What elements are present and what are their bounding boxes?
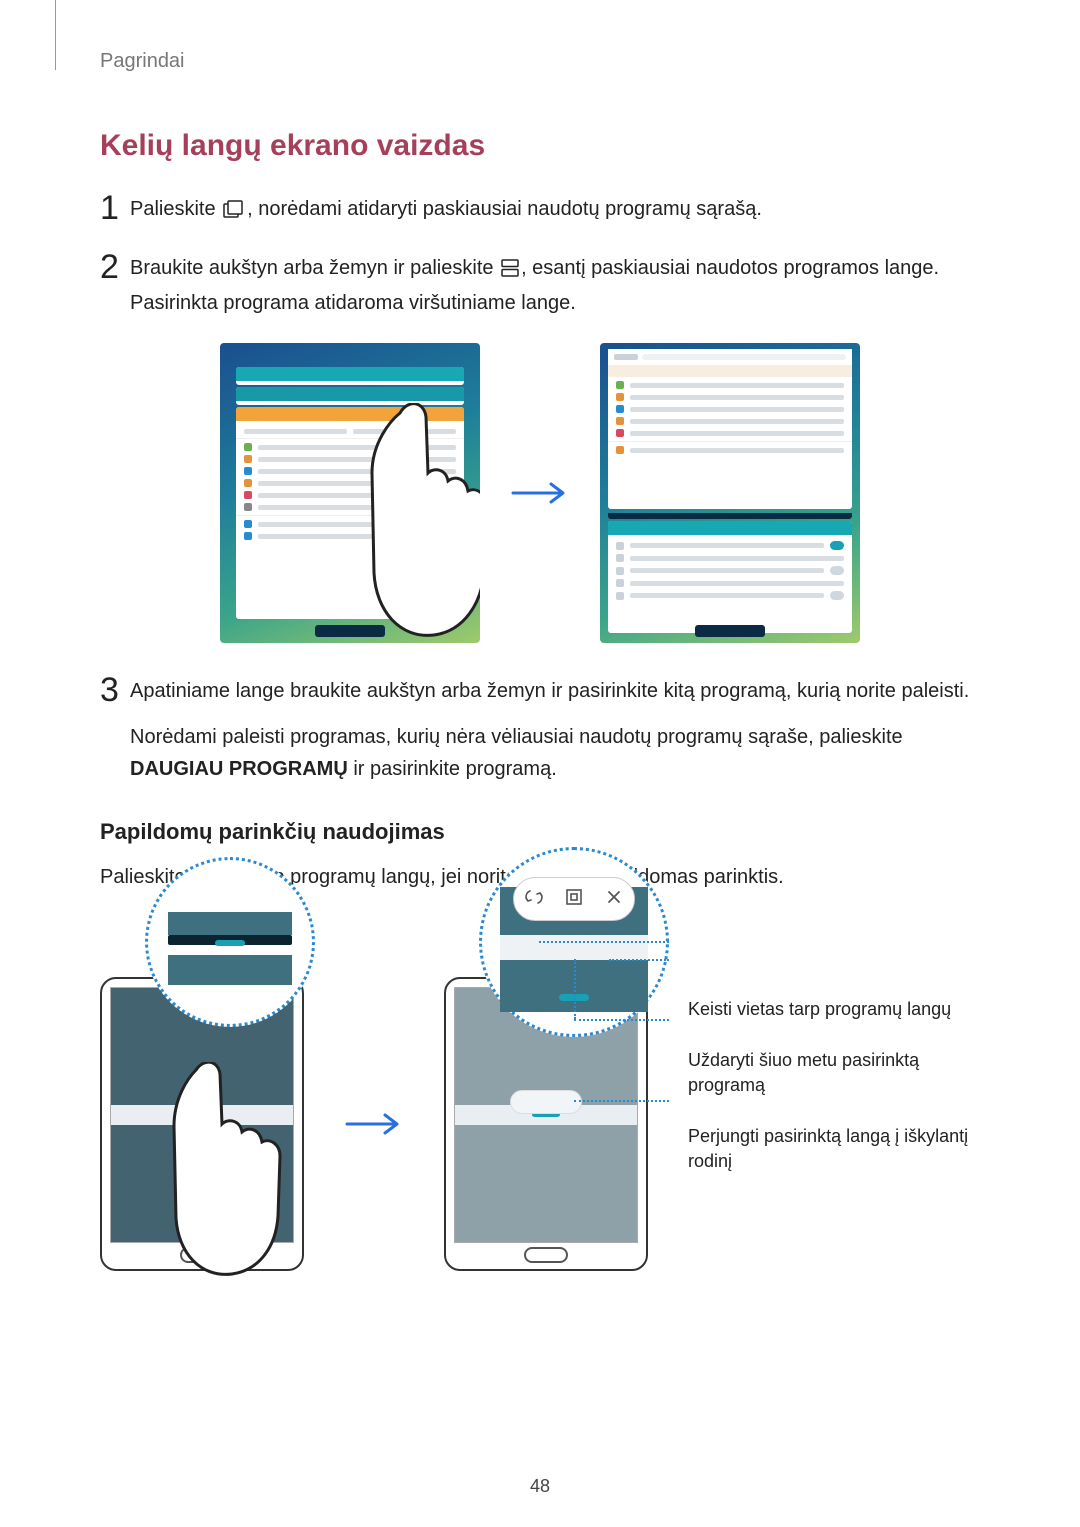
- finger-tap-icon: [160, 1062, 290, 1282]
- split-view-icon: [501, 255, 519, 287]
- step-body: Braukite aukštyn arba žemyn ir palieskit…: [130, 250, 980, 319]
- leader-line: [539, 941, 669, 943]
- step-text-before: Braukite aukštyn arba žemyn ir palieskit…: [130, 257, 499, 279]
- screenshot-recent-apps: [220, 343, 480, 643]
- step-3: 3 Apatiniame lange braukite aukštyn arba…: [100, 673, 980, 785]
- margin-rule: [55, 0, 56, 70]
- callouts: Keisti vietas tarp programų langų Uždary…: [688, 989, 980, 1200]
- more-apps-label: DAUGIAU PROGRAMŲ: [130, 758, 348, 780]
- arrow-right-icon: [510, 471, 570, 516]
- step3-para1: Apatiniame lange braukite aukštyn arba ž…: [130, 675, 980, 707]
- screenshot-split-result: [600, 343, 860, 643]
- step-body: Palieskite , norėdami atidaryti paskiaus…: [130, 191, 980, 228]
- close-all-pill: [695, 625, 765, 637]
- step-body: Apatiniame lange braukite aukštyn arba ž…: [130, 673, 980, 785]
- step-number: 1: [100, 191, 130, 225]
- arrow-right-icon: [344, 1042, 404, 1147]
- callout-close: Uždaryti šiuo metu pasirinktą programą: [688, 1048, 980, 1098]
- callout-popup: Perjungti pasirinktą langą į iškylantį r…: [688, 1124, 980, 1174]
- leader-line: [574, 959, 611, 1019]
- step3-para2-before: Norėdami paleisti programas, kurių nėra …: [130, 726, 903, 748]
- figure-extra-options: Keisti vietas tarp programų langų Uždary…: [100, 917, 980, 1271]
- leader-line: [574, 1019, 669, 1021]
- popup-window-icon: [564, 887, 584, 912]
- tablet-right-wrap: [444, 917, 648, 1271]
- swap-windows-icon: [524, 887, 544, 912]
- tablet-left-wrap: [100, 917, 304, 1271]
- zoom-circle-left: [145, 857, 315, 1027]
- step-text-after: , norėdami atidaryti paskiausiai naudotų…: [247, 198, 762, 220]
- step-1: 1 Palieskite , norėdami atidaryti paskia…: [100, 191, 980, 228]
- page-number: 48: [0, 1476, 1080, 1497]
- callout-swap: Keisti vietas tarp programų langų: [688, 997, 980, 1022]
- step-2: 2 Braukite aukštyn arba žemyn ir paliesk…: [100, 250, 980, 319]
- leader-line: [574, 1100, 669, 1102]
- breadcrumb: Pagrindai: [100, 50, 980, 73]
- step-number: 3: [100, 673, 130, 707]
- step-number: 2: [100, 250, 130, 284]
- leader-line: [609, 959, 669, 961]
- step3-para2-after: ir pasirinkite programą.: [353, 758, 556, 780]
- options-popup: [513, 877, 635, 921]
- section-title: Kelių langų ekrano vaizdas: [100, 129, 980, 163]
- subsection-title: Papildomų parinkčių naudojimas: [100, 819, 980, 845]
- step3-para2: Norėdami paleisti programas, kurių nėra …: [130, 721, 980, 785]
- figure-split-view: [100, 343, 980, 643]
- step-text-before: Palieskite: [130, 198, 221, 220]
- finger-tap-icon: [360, 403, 480, 643]
- close-icon: [604, 887, 624, 912]
- recent-apps-icon: [223, 196, 245, 228]
- home-button-icon: [524, 1247, 568, 1263]
